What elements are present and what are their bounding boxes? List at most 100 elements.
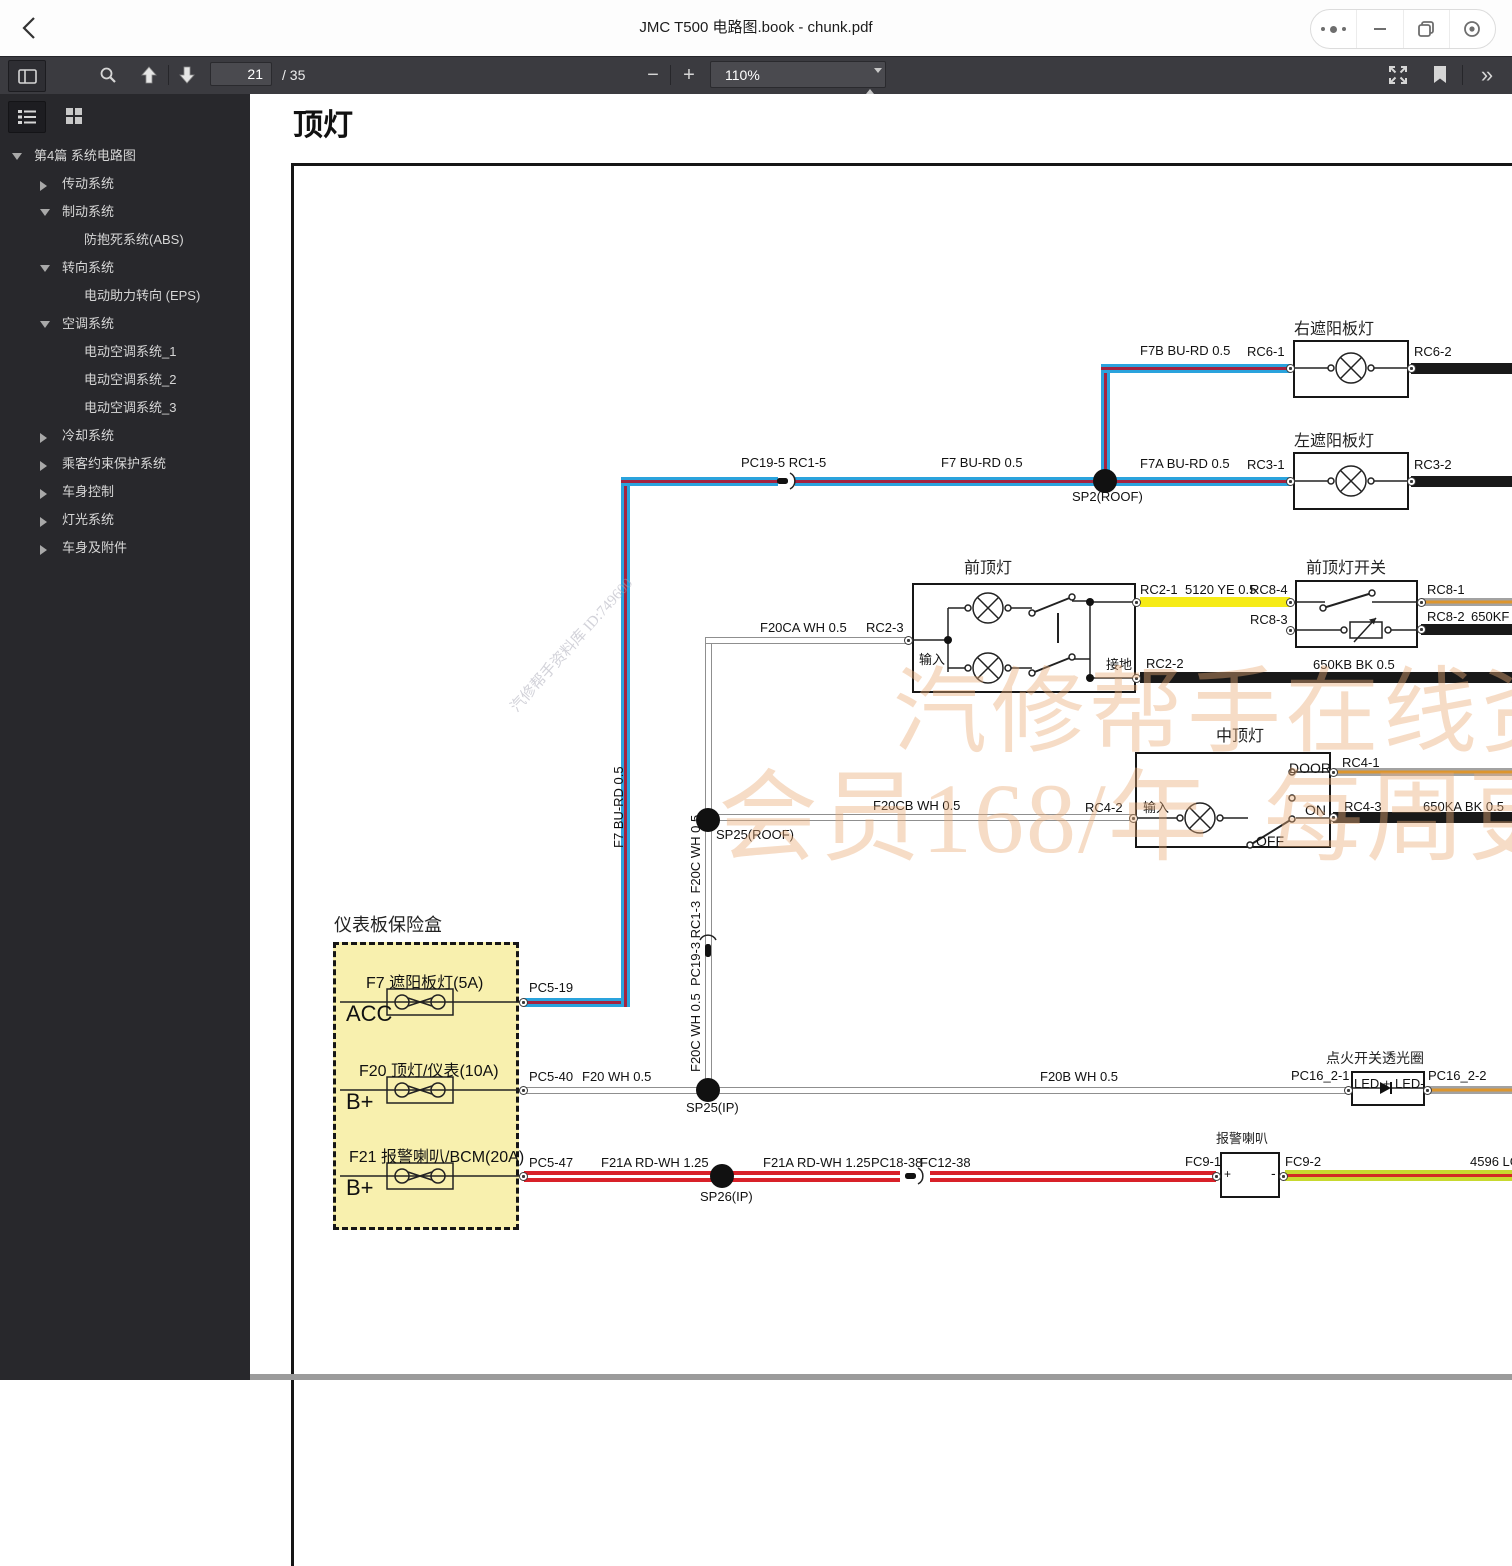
wire-bu: [621, 477, 778, 486]
wire-label: SP26(IP): [700, 1189, 753, 1204]
caret-down-icon[interactable]: [40, 265, 62, 272]
wire-label: RC8-1: [1427, 582, 1465, 597]
wire-label: F21 报警喇叭/BCM(20A): [349, 1149, 525, 1166]
toc-item[interactable]: 冷却系统: [0, 422, 250, 450]
document-title: JMC T500 电路图.book - chunk.pdf: [639, 19, 873, 36]
zoom-level-select[interactable]: 110%: [710, 61, 886, 94]
toc-item-label: 转向系统: [62, 260, 115, 275]
outline-view-button[interactable]: [8, 101, 46, 133]
toc-item[interactable]: 转向系统: [0, 254, 250, 282]
wire-label: RC4-1: [1342, 755, 1380, 770]
toc-item[interactable]: 制动系统: [0, 198, 250, 226]
search-button[interactable]: [92, 60, 124, 90]
wire-bu: [524, 998, 628, 1007]
toc-item[interactable]: 电动空调系统_1: [0, 338, 250, 366]
connector-terminal: [1211, 1171, 1221, 1181]
toc-item[interactable]: 乘客约束保护系统: [0, 450, 250, 478]
minimize-button[interactable]: [1356, 10, 1402, 48]
sidebar-toc: 第4篇 系统电路图传动系统制动系统防抱死系统(ABS) 转向系统电动助力转向 (E…: [0, 142, 250, 562]
presentation-mode-button[interactable]: [1381, 60, 1415, 90]
wire-wh: [705, 637, 908, 644]
wire-gyog: [1428, 1086, 1512, 1094]
caret-down-icon[interactable]: [40, 209, 62, 216]
wire-lgrd: [1285, 1170, 1512, 1181]
wire-label: F7A BU-RD 0.5: [1140, 456, 1230, 471]
browser-window-controls: [1310, 9, 1496, 49]
wire-gyog: [1421, 598, 1512, 606]
more-options-button[interactable]: [1311, 10, 1356, 48]
toc-item-label: 第4篇 系统电路图: [34, 148, 136, 163]
wire-label: F20C WH 0.5 PC19-3 RC1-3 F20C WH 0.5: [688, 814, 703, 1072]
caret-right-icon[interactable]: [40, 545, 62, 555]
wire-label: SP2(ROOF): [1072, 489, 1143, 504]
target-button[interactable]: [1448, 10, 1495, 48]
thumbnails-view-button[interactable]: [56, 101, 92, 131]
pdf-sidebar: 第4篇 系统电路图传动系统制动系统防抱死系统(ABS) 转向系统电动助力转向 (E…: [0, 94, 250, 1380]
wire-label: 输入: [919, 652, 946, 667]
toc-item-label: 乘客约束保护系统: [62, 456, 167, 471]
caret-right-icon[interactable]: [40, 517, 62, 527]
wire-bu: [1105, 477, 1290, 486]
connector-terminal: [1416, 597, 1426, 607]
toggle-sidebar-button[interactable]: [8, 60, 46, 92]
previous-page-button[interactable]: [134, 60, 164, 90]
next-page-button[interactable]: [172, 60, 202, 90]
wire-rdwh: [524, 1171, 722, 1182]
connector-terminal: [1406, 476, 1416, 486]
bookmark-button[interactable]: [1425, 60, 1455, 90]
toc-item[interactable]: 防抱死系统(ABS): [0, 226, 250, 254]
wire-label: RC8-4: [1250, 582, 1288, 597]
caret-right-icon[interactable]: [40, 181, 62, 191]
caret-right-icon[interactable]: [40, 489, 62, 499]
toc-item[interactable]: 电动空调系统_3: [0, 394, 250, 422]
more-tools-button[interactable]: »: [1470, 60, 1504, 90]
connector-terminal: [518, 1171, 528, 1181]
wire-label: 4596 LG: [1470, 1154, 1512, 1169]
toc-item-label: 制动系统: [62, 204, 115, 219]
toc-item[interactable]: 车身及附件: [0, 534, 250, 562]
dome-light-switch-box: [1295, 580, 1418, 648]
toc-item[interactable]: 传动系统: [0, 170, 250, 198]
wire-ye: [1140, 597, 1290, 607]
wire-bu: [1101, 364, 1290, 373]
connector-terminal: [1285, 363, 1295, 373]
toc-item-label: 电动助力转向 (EPS): [84, 288, 201, 303]
zoom-level-value: 110%: [725, 67, 760, 83]
toc-item[interactable]: 灯光系统: [0, 506, 250, 534]
toc-item[interactable]: 空调系统: [0, 310, 250, 338]
caret-down-icon[interactable]: [40, 321, 62, 328]
toc-item[interactable]: 车身控制: [0, 478, 250, 506]
toc-item[interactable]: 电动助力转向 (EPS): [0, 282, 250, 310]
zoom-out-button[interactable]: −: [638, 60, 668, 90]
toc-item[interactable]: 电动空调系统_2: [0, 366, 250, 394]
toc-item[interactable]: 第4篇 系统电路图: [0, 142, 250, 170]
connector-terminal: [518, 997, 528, 1007]
wire-wh: [524, 1087, 708, 1094]
zoom-in-button[interactable]: +: [674, 60, 704, 90]
front-dome-light-box: [912, 583, 1136, 693]
wire-label: RC2-2: [1146, 656, 1184, 671]
more-dots-icon: [1321, 27, 1326, 31]
wire-label: RC2-3: [866, 620, 904, 635]
page-number-input[interactable]: [210, 62, 272, 86]
caret-right-icon[interactable]: [40, 461, 62, 471]
restore-icon: [1418, 21, 1435, 37]
wire-label: -: [1271, 1165, 1276, 1181]
wire-label: FC12-38: [920, 1155, 971, 1170]
restore-button[interactable]: [1402, 10, 1449, 48]
wire-label: RC6-1: [1247, 344, 1285, 359]
wire-label: FC9-1: [1185, 1154, 1222, 1169]
wire-label: OFF: [1256, 833, 1284, 849]
connector-terminal: [903, 635, 913, 645]
connector-terminal: [1278, 1171, 1288, 1181]
wire-label: F20 顶灯/仪表(10A): [359, 1063, 499, 1080]
outline-list-icon: [18, 110, 36, 124]
caret-right-icon[interactable]: [40, 433, 62, 443]
wire-label: PC16_2-2: [1428, 1068, 1487, 1083]
caret-down-icon[interactable]: [12, 153, 34, 160]
search-icon: [100, 67, 116, 83]
ignition-ring-box-title: 点火开关透光圈: [1326, 1052, 1424, 1067]
page-count-label: / 35: [282, 67, 306, 83]
wire-label: RC4-2: [1085, 800, 1123, 815]
wire-label: B+: [346, 1089, 374, 1114]
